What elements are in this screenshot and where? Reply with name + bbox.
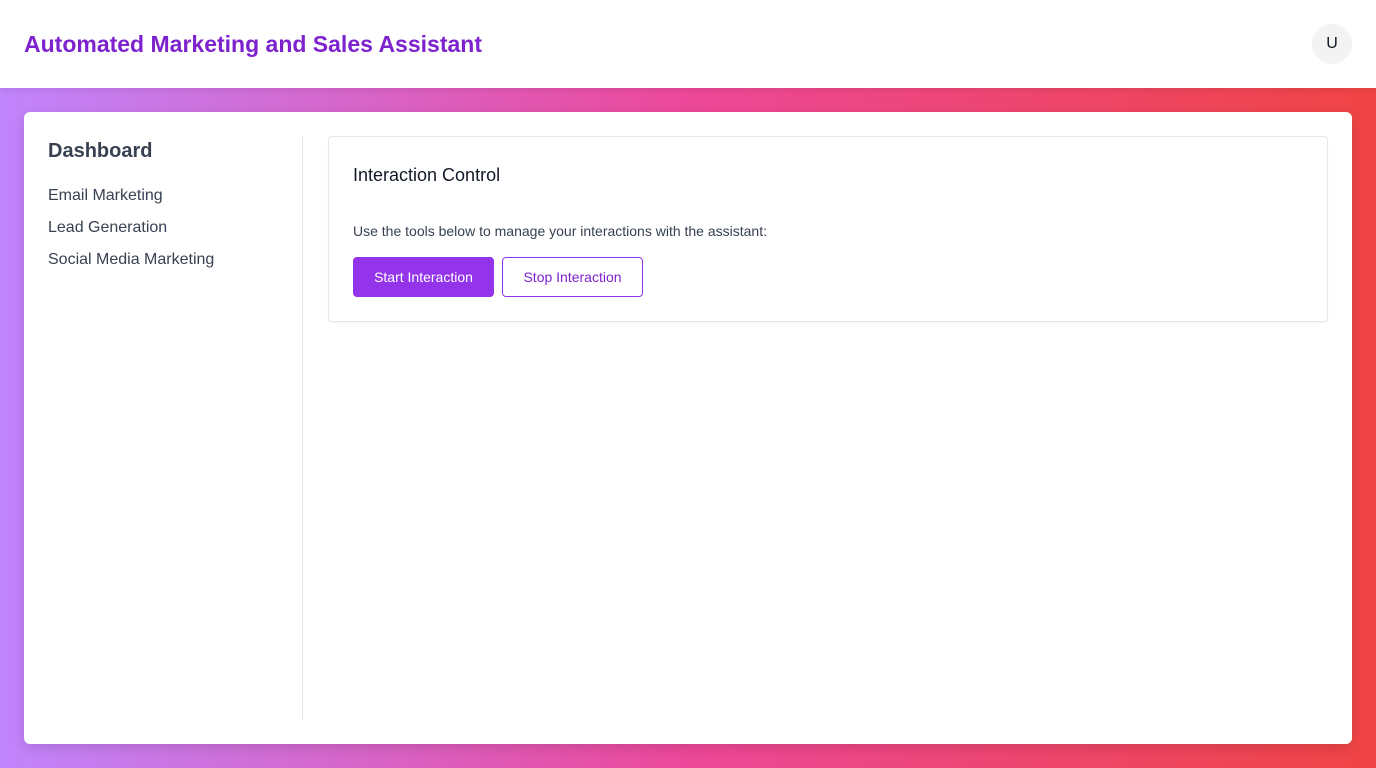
sidebar: Dashboard Email Marketing Lead Generatio… (24, 136, 303, 720)
card-title: Interaction Control (353, 165, 501, 185)
sidebar-heading-dashboard[interactable]: Dashboard (48, 139, 152, 163)
start-interaction-button[interactable]: Start Interaction (353, 257, 494, 297)
main-panel: Dashboard Email Marketing Lead Generatio… (24, 112, 1352, 744)
top-bar: Automated Marketing and Sales Assistant … (0, 0, 1376, 88)
sidebar-item-social-media-marketing[interactable]: Social Media Marketing (48, 248, 214, 280)
app-title: Automated Marketing and Sales Assistant (24, 31, 482, 57)
sidebar-nav: Email Marketing Lead Generation Social M… (48, 184, 214, 280)
card-description: Use the tools below to manage your inter… (353, 223, 767, 239)
stop-interaction-button[interactable]: Stop Interaction (502, 257, 643, 297)
interaction-control-card: Interaction Control Use the tools below … (328, 136, 1328, 322)
sidebar-item-lead-generation[interactable]: Lead Generation (48, 216, 214, 248)
user-avatar[interactable]: U (1312, 24, 1352, 64)
sidebar-item-email-marketing[interactable]: Email Marketing (48, 184, 214, 216)
